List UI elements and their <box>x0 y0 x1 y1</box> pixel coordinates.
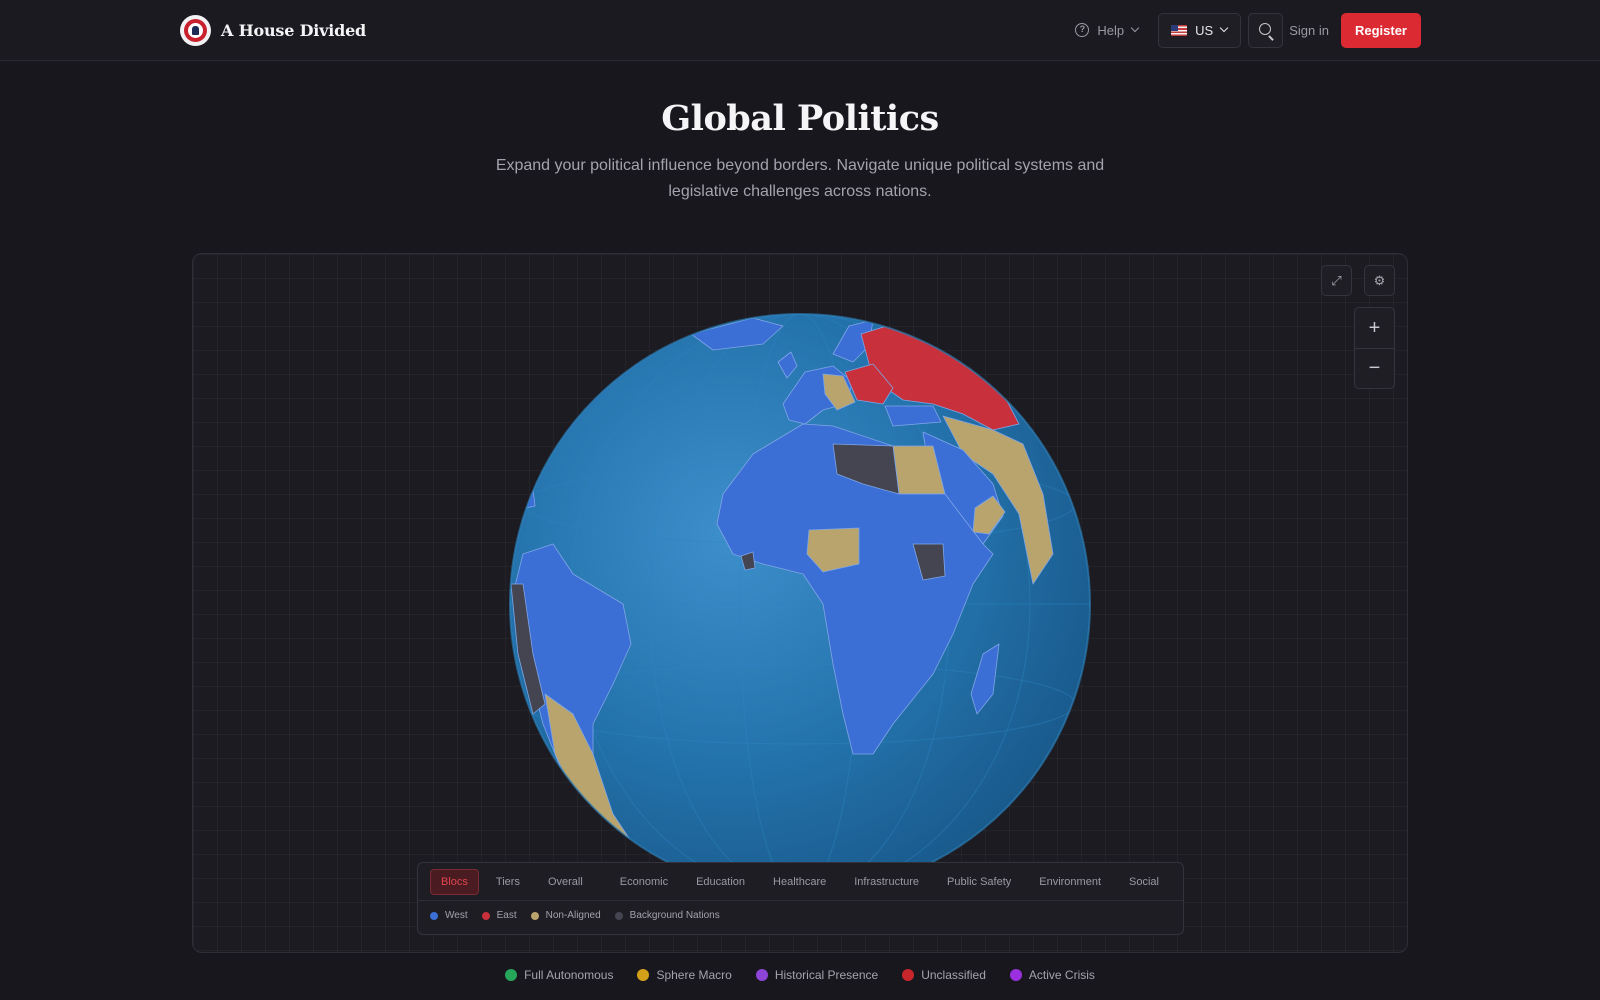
tab-blocs[interactable]: Blocs <box>430 868 479 895</box>
tab-education[interactable]: Education <box>685 869 756 895</box>
status-unclassified: Unclassified <box>902 968 986 982</box>
legend-item-east: East <box>481 910 517 921</box>
status-active-crisis: Active Crisis <box>1009 968 1095 982</box>
tab-government[interactable]: Go <box>1176 869 1183 895</box>
legend-item-west: West <box>430 910 468 921</box>
status-full-autonomous: Full Autonomous <box>505 968 613 982</box>
gear-icon: ⚙ <box>1373 272 1386 288</box>
settings-button[interactable]: ⚙ <box>1364 265 1395 296</box>
top-nav: A House Divided ? Help US Sign in Regist… <box>0 0 1600 61</box>
zoom-controls: + − <box>1354 307 1395 389</box>
tab-social[interactable]: Social <box>1118 869 1170 895</box>
globe[interactable] <box>193 254 1408 953</box>
status-historical-presence: Historical Presence <box>755 968 878 982</box>
help-menu[interactable]: ? Help <box>1075 22 1140 38</box>
tab-environment[interactable]: Environment <box>1028 869 1112 895</box>
layer-tabs: Blocs Tiers Overall Economic Education H… <box>418 863 1183 901</box>
tab-infrastructure[interactable]: Infrastructure <box>843 869 930 895</box>
chevron-down-icon <box>1219 23 1229 33</box>
brand-link[interactable]: A House Divided <box>180 14 366 46</box>
search-button[interactable] <box>1248 12 1284 48</box>
register-button[interactable]: Register <box>1340 12 1421 48</box>
globe-map-panel[interactable]: ⤢ ⚙ + − Blocs Tiers Overall Economic Edu… <box>192 253 1408 953</box>
country-selector[interactable]: US <box>1158 12 1242 48</box>
liberty-bell-logo-icon <box>180 14 211 46</box>
fullscreen-button[interactable]: ⤢ <box>1321 265 1352 296</box>
sign-in-link[interactable]: Sign in <box>1289 23 1329 38</box>
status-sphere-macro: Sphere Macro <box>637 968 732 982</box>
expand-icon: ⤢ <box>1331 272 1342 288</box>
help-label: Help <box>1097 22 1125 38</box>
tab-healthcare[interactable]: Healthcare <box>762 869 837 895</box>
zoom-in-button[interactable]: + <box>1355 308 1394 348</box>
legend-item-non-aligned: Non-Aligned <box>530 910 601 921</box>
page-subtitle: Expand your political influence beyond b… <box>495 157 1105 200</box>
map-layer-panel: Blocs Tiers Overall Economic Education H… <box>417 862 1184 935</box>
turkey-region[interactable] <box>884 405 942 427</box>
nav-actions: ? Help US Sign in Register <box>1075 12 1421 48</box>
tab-economic[interactable]: Economic <box>609 869 679 895</box>
legend-item-background-nations: Background Nations <box>614 910 720 921</box>
zoom-out-button[interactable]: − <box>1355 348 1394 388</box>
bloc-legend: West East Non-Aligned Background Nations <box>430 910 734 921</box>
chevron-down-icon <box>1130 23 1140 33</box>
search-icon <box>1259 22 1272 35</box>
us-flag-icon <box>1171 24 1188 36</box>
tab-tiers[interactable]: Tiers <box>485 869 531 895</box>
country-label: US <box>1195 22 1214 38</box>
page-title: Global Politics <box>661 98 939 139</box>
status-legend: Full Autonomous Sphere Macro Historical … <box>0 968 1600 982</box>
brand-name: A House Divided <box>221 20 367 40</box>
tab-overall[interactable]: Overall <box>537 869 594 895</box>
question-circle-icon: ? <box>1075 23 1090 37</box>
tab-public-safety[interactable]: Public Safety <box>936 869 1022 895</box>
